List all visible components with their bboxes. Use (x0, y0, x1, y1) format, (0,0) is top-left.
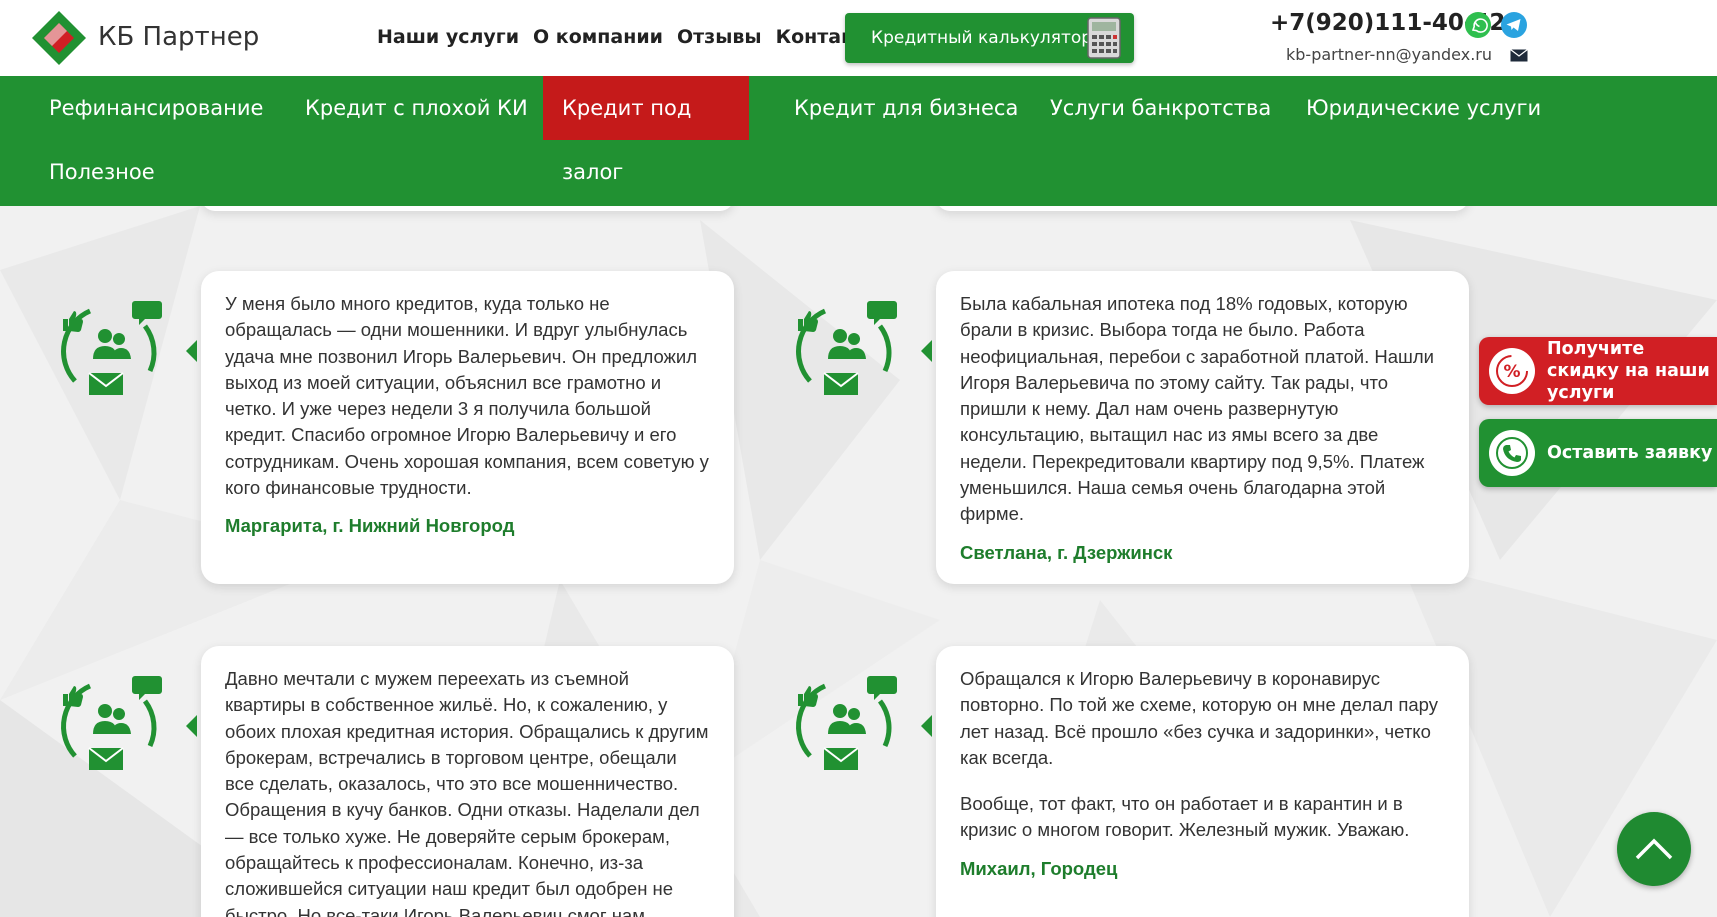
nav-about[interactable]: О компании (533, 26, 663, 48)
brand-name[interactable]: КБ Партнер (98, 22, 259, 52)
phone-icon (1489, 430, 1535, 476)
review-text: Обращался к Игорю Валерьевичу в коронави… (960, 668, 1439, 768)
review-card: У меня было много кредитов, куда только … (201, 271, 734, 584)
menu-legal[interactable]: Юридические услуги (1287, 76, 1560, 140)
review-author: Маргарита, г. Нижний Новгород (225, 515, 515, 537)
request-widget-button[interactable]: Оставить заявку (1479, 419, 1717, 487)
review-pointer (921, 715, 932, 737)
review-icon (796, 676, 897, 770)
main-menu: Рефинансирование Кредит с плохой КИ Кред… (0, 76, 1717, 206)
discount-label: Получите скидку на наши услуги (1547, 339, 1710, 403)
nav-services[interactable]: Наши услуги (377, 26, 519, 48)
review-text: Вообще, тот факт, что он работает и в ка… (960, 793, 1410, 841)
discount-widget-button[interactable]: % Получите скидку на наши услуги (1479, 337, 1717, 405)
review-icon (61, 676, 162, 770)
review-text: Была кабальная ипотека под 18% годовых, … (960, 293, 1434, 525)
svg-text:%: % (1503, 362, 1520, 382)
review-text: Давно мечтали с мужем переехать из съемн… (225, 668, 709, 917)
credit-calculator-button[interactable]: Кредитный калькулятор (845, 13, 1134, 63)
menu-refinancing[interactable]: Рефинансирование (30, 76, 282, 140)
menu-bankruptcy[interactable]: Услуги банкротства (1031, 76, 1290, 140)
review-text: У меня было много кредитов, куда только … (225, 293, 709, 499)
logo-diamond-icon[interactable] (30, 9, 88, 67)
credit-calculator-label: Кредитный калькулятор (871, 28, 1093, 48)
site-header: КБ Партнер Наши услуги О компании Отзывы… (0, 0, 1717, 76)
menu-bad-credit[interactable]: Кредит с плохой КИ (286, 76, 547, 140)
mail-icon (1510, 49, 1528, 62)
review-card: Давно мечтали с мужем переехать из съемн… (201, 646, 734, 917)
menu-useful[interactable]: Полезное (30, 140, 174, 204)
whatsapp-icon[interactable] (1464, 11, 1492, 39)
arrow-up-icon (1635, 838, 1673, 860)
review-pointer (186, 715, 197, 737)
telegram-icon[interactable] (1500, 11, 1528, 39)
review-icon (796, 301, 897, 395)
menu-business-loan[interactable]: Кредит для бизнеса (775, 76, 1037, 140)
review-card: Была кабальная ипотека под 18% годовых, … (936, 271, 1469, 584)
review-pointer (186, 340, 197, 362)
review-author: Светлана, г. Дзержинск (960, 541, 1173, 563)
request-label: Оставить заявку (1547, 443, 1713, 463)
email-address[interactable]: kb-partner-nn@yandex.ru (1286, 45, 1492, 64)
calculator-icon (1087, 17, 1121, 59)
review-card: Обращался к Игорю Валерьевичу в коронави… (936, 646, 1469, 917)
review-pointer (921, 340, 932, 362)
scroll-top-button[interactable] (1617, 812, 1691, 886)
review-icon (61, 301, 162, 395)
review-author: Михаил, Городец (960, 857, 1118, 879)
menu-collateral-loan[interactable]: Кредит под залог (543, 76, 749, 184)
top-nav: Наши услуги О компании Отзывы Контакты (377, 26, 882, 48)
nav-reviews[interactable]: Отзывы (677, 26, 762, 48)
discount-icon: % (1489, 348, 1535, 394)
